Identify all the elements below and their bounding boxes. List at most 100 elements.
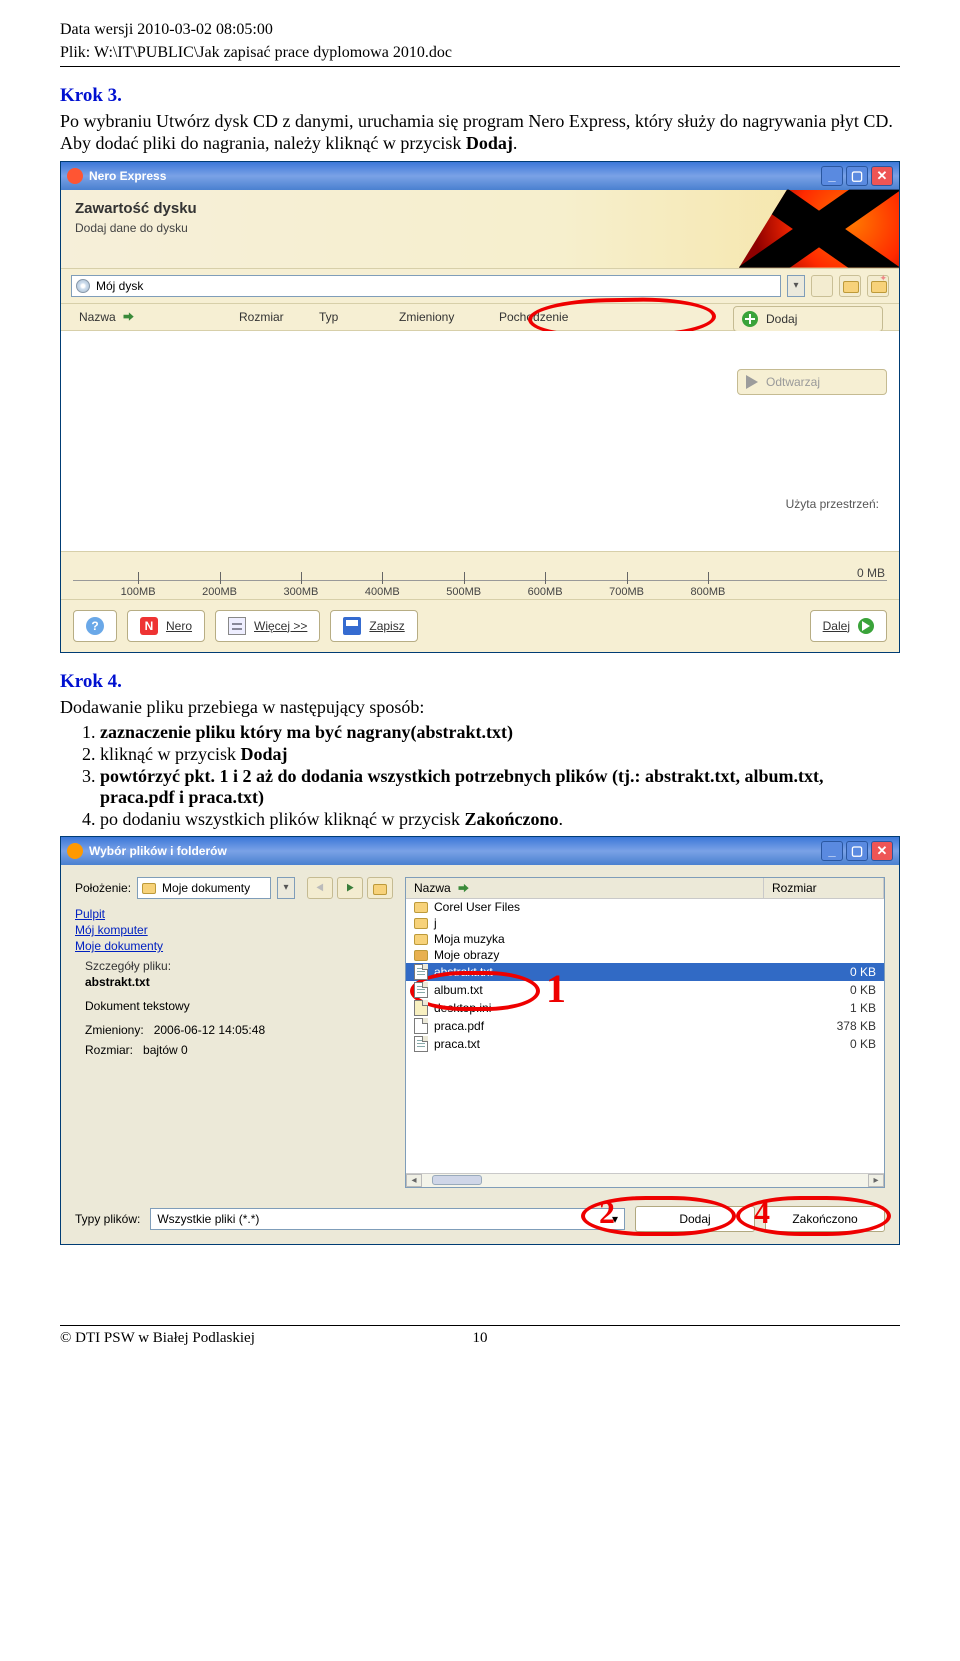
tree-pulpit[interactable]: Pulpit xyxy=(75,907,295,921)
file-picker-window: Wybór plików i folderów _ ▢ ✕ Położenie:… xyxy=(60,836,900,1245)
file-row[interactable]: album.txt0 KB xyxy=(406,981,884,999)
file-name: Moja muzyka xyxy=(434,932,505,946)
picker-done-button[interactable]: Zakończono xyxy=(765,1206,885,1232)
file-icon xyxy=(414,1000,428,1016)
details-size-value: bajtów 0 xyxy=(143,1043,188,1057)
file-row[interactable]: Corel User Files xyxy=(406,899,884,915)
toolbar-newfolder-icon[interactable] xyxy=(867,275,889,297)
scroll-right-button[interactable]: ▸ xyxy=(868,1174,884,1187)
doc-header-line1: Data wersji 2010-03-02 08:05:00 xyxy=(60,20,900,41)
folder-icon xyxy=(414,950,428,961)
col-modified[interactable]: Zmieniony xyxy=(391,308,491,326)
file-icon xyxy=(414,1018,428,1034)
folder-icon xyxy=(142,883,156,894)
types-value: Wszystkie pliki (*.*) xyxy=(157,1212,259,1226)
sort-arrow-icon xyxy=(122,311,134,323)
file-size: 1 KB xyxy=(766,1001,876,1015)
save-button-label: Zapisz xyxy=(369,619,404,633)
plus-icon xyxy=(742,311,758,327)
krok4-step4: po dodaniu wszystkich plików kliknąć w p… xyxy=(100,809,900,830)
nero-title-text: Nero Express xyxy=(89,169,166,183)
file-name: Moje obrazy xyxy=(434,948,499,962)
more-icon xyxy=(228,617,246,635)
close-button[interactable]: ✕ xyxy=(871,166,893,186)
help-button[interactable]: ? xyxy=(73,610,117,642)
col-name[interactable]: Nazwa xyxy=(71,308,231,326)
more-button[interactable]: Więcej >> xyxy=(215,610,320,642)
disk-dropdown-arrow[interactable]: ▾ xyxy=(787,275,805,297)
krok3-text: Po wybraniu Utwórz dysk CD z danymi, uru… xyxy=(60,110,900,155)
file-row[interactable]: Moja muzyka xyxy=(406,931,884,947)
nav-fwd-button[interactable]: ⯈ xyxy=(337,877,363,899)
nav-up-button[interactable] xyxy=(367,877,393,899)
tick-label: 400MB xyxy=(365,586,400,598)
disk-name-input[interactable]: Mój dysk xyxy=(71,275,781,297)
file-row[interactable]: praca.txt0 KB xyxy=(406,1035,884,1053)
krok4-title: Krok 4. xyxy=(60,671,900,693)
sort-arrow-icon xyxy=(457,882,469,894)
file-name: desktop.ini xyxy=(434,1001,491,1015)
krok4-step2-a: kliknąć w przycisk xyxy=(100,744,240,764)
save-button[interactable]: Zapisz xyxy=(330,610,417,642)
nero-list-header: Nazwa Rozmiar Typ Zmieniony Pochodzenie … xyxy=(61,304,899,331)
play-button[interactable]: Odtwarzaj xyxy=(737,369,887,395)
krok3-title: Krok 3. xyxy=(60,85,900,107)
picker-col-size[interactable]: Rozmiar xyxy=(764,878,884,898)
types-select[interactable]: Wszystkie pliki (*.*) ▾ xyxy=(150,1208,625,1230)
col-origin[interactable]: Pochodzenie xyxy=(491,308,601,326)
tick-label: 500MB xyxy=(446,586,481,598)
picker-hscrollbar[interactable]: ◂ ▸ xyxy=(406,1173,884,1187)
nero-toolbar: Mój dysk ▾ xyxy=(61,268,899,304)
folder-icon xyxy=(414,934,428,945)
file-name: abstrakt.txt xyxy=(434,965,493,979)
file-row[interactable]: desktop.ini 1 KB xyxy=(406,999,884,1017)
tick-label: 300MB xyxy=(283,586,318,598)
scroll-track[interactable] xyxy=(422,1174,868,1187)
tick-label: 100MB xyxy=(121,586,156,598)
picker-close-button[interactable]: ✕ xyxy=(871,841,893,861)
add-button[interactable]: Dodaj xyxy=(733,306,883,332)
col-size[interactable]: Rozmiar xyxy=(231,308,311,326)
tree-moje-dokumenty[interactable]: Moje dokumenty xyxy=(75,939,295,953)
toolbar-folder-icon[interactable] xyxy=(839,275,861,297)
picker-minimize-button[interactable]: _ xyxy=(821,841,843,861)
krok3-text-c: . xyxy=(513,133,518,153)
location-select[interactable]: Moje dokumenty xyxy=(137,877,271,899)
location-dropdown-arrow[interactable]: ▾ xyxy=(277,877,295,899)
krok4-step3: powtórzyć pkt. 1 i 2 aż do dodania wszys… xyxy=(100,766,900,808)
nero-file-list-body[interactable]: Odtwarzaj Użyta przestrzeń: xyxy=(61,331,899,551)
nero-button[interactable]: NNero xyxy=(127,610,205,642)
play-button-label: Odtwarzaj xyxy=(766,375,820,389)
nav-back-button[interactable]: ⯇ xyxy=(307,877,333,899)
next-button[interactable]: Dalej xyxy=(810,610,887,642)
scroll-left-button[interactable]: ◂ xyxy=(406,1174,422,1187)
picker-file-list[interactable]: 1 Corel User FilesjMoja muzykaMoje obraz… xyxy=(406,899,884,1053)
file-row[interactable]: praca.pdf378 KB xyxy=(406,1017,884,1035)
file-row[interactable]: Moje obrazy xyxy=(406,947,884,963)
toolbar-view-icon[interactable] xyxy=(811,275,833,297)
location-value: Moje dokumenty xyxy=(162,881,250,895)
tree-moj-komputer[interactable]: Mój komputer xyxy=(75,923,295,937)
nero-header-title: Zawartość dysku xyxy=(75,200,885,217)
nero-titlebar[interactable]: Nero Express _ ▢ ✕ xyxy=(61,162,899,190)
maximize-button[interactable]: ▢ xyxy=(846,166,868,186)
header-divider xyxy=(60,66,900,67)
picker-add-label: Dodaj xyxy=(679,1212,710,1226)
file-row[interactable]: abstrakt.txt 0 KB xyxy=(406,963,884,981)
krok4-step4-b: Zakończono xyxy=(464,809,558,829)
picker-col-name[interactable]: Nazwa xyxy=(406,878,764,898)
footer-page-number: 10 xyxy=(450,1330,510,1347)
picker-maximize-button[interactable]: ▢ xyxy=(846,841,868,861)
col-type[interactable]: Typ xyxy=(311,308,391,326)
save-icon xyxy=(343,617,361,635)
details-mod-label: Zmieniony: xyxy=(85,1023,144,1037)
picker-add-button[interactable]: Dodaj xyxy=(635,1206,755,1232)
file-row[interactable]: j xyxy=(406,915,884,931)
picker-done-label: Zakończono xyxy=(792,1212,857,1226)
scroll-thumb[interactable] xyxy=(432,1175,482,1185)
minimize-button[interactable]: _ xyxy=(821,166,843,186)
nero-button-label: Nero xyxy=(166,619,192,633)
picker-titlebar[interactable]: Wybór plików i folderów _ ▢ ✕ xyxy=(61,837,899,865)
play-icon xyxy=(746,375,758,389)
file-size: 0 KB xyxy=(766,965,876,979)
